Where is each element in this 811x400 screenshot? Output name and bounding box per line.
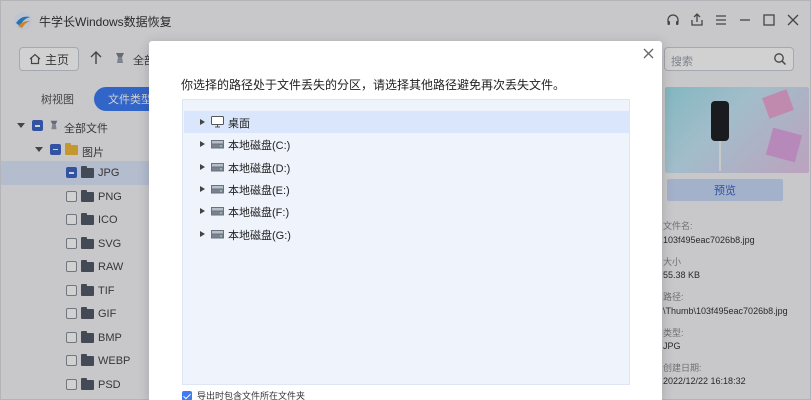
expand-arrow-icon[interactable] bbox=[200, 185, 205, 192]
drive-icon bbox=[211, 161, 224, 176]
location-drive[interactable]: 本地磁盘(C:) bbox=[184, 133, 629, 155]
dialog-close-icon[interactable] bbox=[640, 45, 656, 61]
drive-icon bbox=[211, 138, 224, 153]
export-path-dialog: 你选择的路径处于文件丢失的分区，请选择其他路径避免再次丢失文件。 桌面本地磁盘(… bbox=[149, 41, 662, 400]
desktop-icon bbox=[211, 116, 224, 131]
dialog-message: 你选择的路径处于文件丢失的分区，请选择其他路径避免再次丢失文件。 bbox=[181, 78, 566, 92]
expand-arrow-icon[interactable] bbox=[200, 141, 205, 148]
location-label: 本地磁盘(F:) bbox=[228, 207, 290, 220]
location-label: 本地磁盘(D:) bbox=[228, 162, 291, 175]
include-folder-checkbox[interactable] bbox=[182, 390, 192, 400]
location-label: 本地磁盘(G:) bbox=[228, 229, 291, 242]
location-drive[interactable]: 本地磁盘(F:) bbox=[184, 200, 629, 222]
location-label: 桌面 bbox=[228, 118, 250, 130]
location-label: 本地磁盘(C:) bbox=[228, 140, 291, 153]
location-drive[interactable]: 本地磁盘(E:) bbox=[184, 178, 629, 200]
location-drive[interactable]: 本地磁盘(D:) bbox=[184, 156, 629, 178]
location-label: 本地磁盘(E:) bbox=[228, 184, 290, 197]
drive-icon bbox=[211, 228, 224, 243]
expand-arrow-icon[interactable] bbox=[200, 208, 205, 215]
location-drive[interactable]: 本地磁盘(G:) bbox=[184, 223, 629, 245]
expand-arrow-icon[interactable] bbox=[200, 163, 205, 170]
include-folder-option[interactable]: 导出时包含文件所在文件夹 bbox=[182, 389, 305, 400]
location-desktop[interactable]: 桌面 bbox=[184, 111, 629, 133]
expand-arrow-icon[interactable] bbox=[200, 230, 205, 237]
include-folder-label: 导出时包含文件所在文件夹 bbox=[197, 391, 306, 400]
expand-arrow-icon[interactable] bbox=[200, 119, 205, 125]
drive-icon bbox=[211, 205, 224, 220]
drive-icon bbox=[211, 183, 224, 198]
location-tree: 桌面本地磁盘(C:) 本地磁盘(D:) 本地磁盘(E:) 本地磁盘(F:) 本地磁盘(G… bbox=[182, 99, 630, 385]
